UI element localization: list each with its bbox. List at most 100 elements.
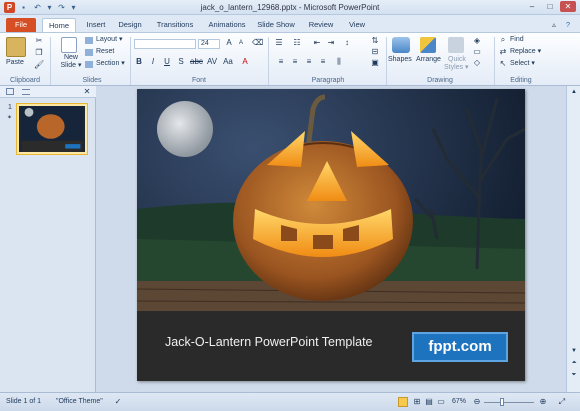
previous-slide-icon[interactable]: ⏶ — [569, 358, 579, 368]
separator — [130, 37, 131, 85]
align-text-icon[interactable]: ⊟ — [370, 47, 380, 57]
zoom-slider[interactable] — [484, 402, 534, 403]
paste-button[interactable]: Paste — [6, 58, 30, 68]
tab-design[interactable]: Design — [114, 18, 146, 32]
shape-fill-icon[interactable]: ◈ — [472, 36, 482, 46]
copy-icon[interactable]: ❐ — [34, 48, 44, 58]
grow-font-icon[interactable]: A — [224, 38, 234, 48]
select-button[interactable]: Select ▾ — [510, 59, 535, 69]
italic-icon[interactable]: I — [148, 57, 158, 67]
tab-animations[interactable]: Animations — [204, 18, 250, 32]
cut-icon[interactable]: ✂ — [34, 36, 44, 46]
font-color-icon[interactable]: A — [240, 57, 250, 67]
decrease-indent-icon[interactable]: ⇤ — [312, 38, 322, 48]
save-icon[interactable]: ▪ — [18, 2, 29, 13]
bold-icon[interactable]: B — [134, 57, 144, 67]
minimize-ribbon-icon[interactable]: ▵ — [548, 18, 560, 32]
quick-styles-icon[interactable] — [448, 37, 464, 53]
zoom-slider-thumb[interactable] — [500, 398, 504, 406]
align-center-icon[interactable]: ≡ — [290, 57, 300, 67]
slide-count: Slide 1 of 1 — [6, 398, 42, 405]
tab-view[interactable]: View — [342, 18, 372, 32]
zoom-in-icon[interactable]: ⊕ — [538, 397, 548, 407]
vertical-scrollbar[interactable]: ▲ ▼ ⏶ ⏷ — [566, 86, 580, 392]
reset-button[interactable]: Reset — [96, 47, 114, 57]
minimize-icon[interactable]: – — [524, 1, 540, 12]
increase-indent-icon[interactable]: ⇥ — [326, 38, 336, 48]
powerpoint-app-icon[interactable]: P — [4, 2, 15, 13]
font-size-field[interactable]: 24 — [198, 39, 220, 49]
tab-transitions[interactable]: Transitions — [150, 18, 200, 32]
zoom-out-icon[interactable]: ⊖ — [472, 397, 482, 407]
outline-tab-icon[interactable] — [22, 89, 30, 95]
slides-pane-tabs: ✕ — [0, 86, 96, 98]
find-button[interactable]: Find — [510, 35, 524, 45]
slides-group-label: Slides — [82, 77, 102, 84]
font-group-label: Font — [191, 77, 206, 84]
align-left-icon[interactable]: ≡ — [276, 57, 286, 67]
tab-review[interactable]: Review — [304, 18, 338, 32]
tab-home[interactable]: Home — [42, 18, 76, 32]
slide-title[interactable]: Jack-O-Lantern PowerPoint Template — [165, 335, 373, 349]
tab-slide-show[interactable]: Slide Show — [254, 18, 298, 32]
columns-icon[interactable]: ⫼ — [334, 57, 344, 67]
paragraph-group-label: Paragraph — [311, 77, 345, 84]
paste-icon[interactable] — [6, 37, 26, 57]
select-icon: ↖ — [499, 59, 507, 68]
scroll-up-icon[interactable]: ▲ — [569, 87, 579, 97]
maximize-icon[interactable]: □ — [542, 1, 558, 12]
new-slide-icon[interactable] — [61, 37, 77, 53]
scroll-down-icon[interactable]: ▼ — [569, 346, 579, 356]
shapes-icon[interactable] — [392, 37, 410, 53]
strikethrough-icon[interactable]: abc — [190, 57, 203, 67]
arrange-button[interactable]: Arrange — [416, 55, 441, 65]
numbering-icon[interactable]: ☷ — [292, 38, 302, 48]
new-slide-label-2[interactable]: Slide ▾ — [57, 61, 85, 71]
replace-button[interactable]: Replace ▾ — [510, 47, 541, 57]
shapes-button[interactable]: Shapes — [388, 55, 412, 65]
text-direction-icon[interactable]: ⇅ — [370, 36, 380, 46]
shape-outline-icon[interactable]: ▭ — [472, 47, 482, 57]
slide-show-icon[interactable]: ▭ — [436, 397, 446, 407]
theme-name[interactable]: "Office Theme" — [56, 393, 103, 411]
layout-button[interactable]: Layout ▾ — [96, 35, 122, 45]
tab-file[interactable]: File — [6, 18, 36, 32]
change-case-icon[interactable]: Aa — [222, 57, 234, 67]
undo-icon[interactable]: ↶ — [32, 2, 43, 13]
format-painter-icon[interactable]: 🖌 — [34, 60, 44, 70]
bullets-icon[interactable]: ☰ — [274, 38, 284, 48]
shadow-icon[interactable]: S — [176, 57, 186, 67]
arrange-icon[interactable] — [420, 37, 436, 53]
quick-styles-label-2[interactable]: Styles ▾ — [444, 63, 469, 73]
character-spacing-icon[interactable]: AV — [206, 57, 218, 67]
font-name-field[interactable] — [134, 39, 196, 49]
shrink-font-icon[interactable]: A — [236, 38, 246, 48]
close-pane-icon[interactable]: ✕ — [82, 87, 92, 97]
align-right-icon[interactable]: ≡ — [304, 57, 314, 67]
redo-icon[interactable]: ↷ — [56, 2, 67, 13]
line-spacing-icon[interactable]: ↕ — [342, 38, 352, 48]
slide-sorter-icon[interactable]: ⊞ — [412, 397, 422, 407]
underline-icon[interactable]: U — [162, 57, 172, 67]
section-button[interactable]: Section ▾ — [96, 59, 125, 69]
smartart-icon[interactable]: ▣ — [370, 58, 380, 68]
fit-to-window-icon[interactable]: ⤢ — [556, 397, 568, 407]
close-icon[interactable]: ✕ — [560, 1, 576, 12]
slides-tab-icon[interactable] — [6, 88, 14, 95]
spelling-check-icon[interactable]: ✓ — [112, 397, 124, 407]
zoom-level[interactable]: 67% — [452, 393, 466, 411]
help-icon[interactable]: ? — [562, 18, 574, 32]
tab-insert[interactable]: Insert — [80, 18, 112, 32]
normal-view-icon[interactable] — [398, 397, 408, 407]
justify-icon[interactable]: ≡ — [318, 57, 328, 67]
slide[interactable]: Jack-O-Lantern PowerPoint Template fppt.… — [137, 89, 525, 381]
clear-formatting-icon[interactable]: ⌫ — [252, 38, 263, 48]
slide-thumbnail[interactable] — [16, 103, 88, 155]
dropdown-arrow-icon[interactable]: ▾ — [44, 2, 55, 13]
customize-qat-icon[interactable]: ▾ — [68, 2, 79, 13]
next-slide-icon[interactable]: ⏷ — [569, 370, 579, 380]
slide-number: 1 — [8, 104, 12, 111]
shape-effects-icon[interactable]: ◇ — [472, 58, 482, 68]
reading-view-icon[interactable]: ▤ — [424, 397, 434, 407]
thumbnail-art — [21, 106, 83, 152]
